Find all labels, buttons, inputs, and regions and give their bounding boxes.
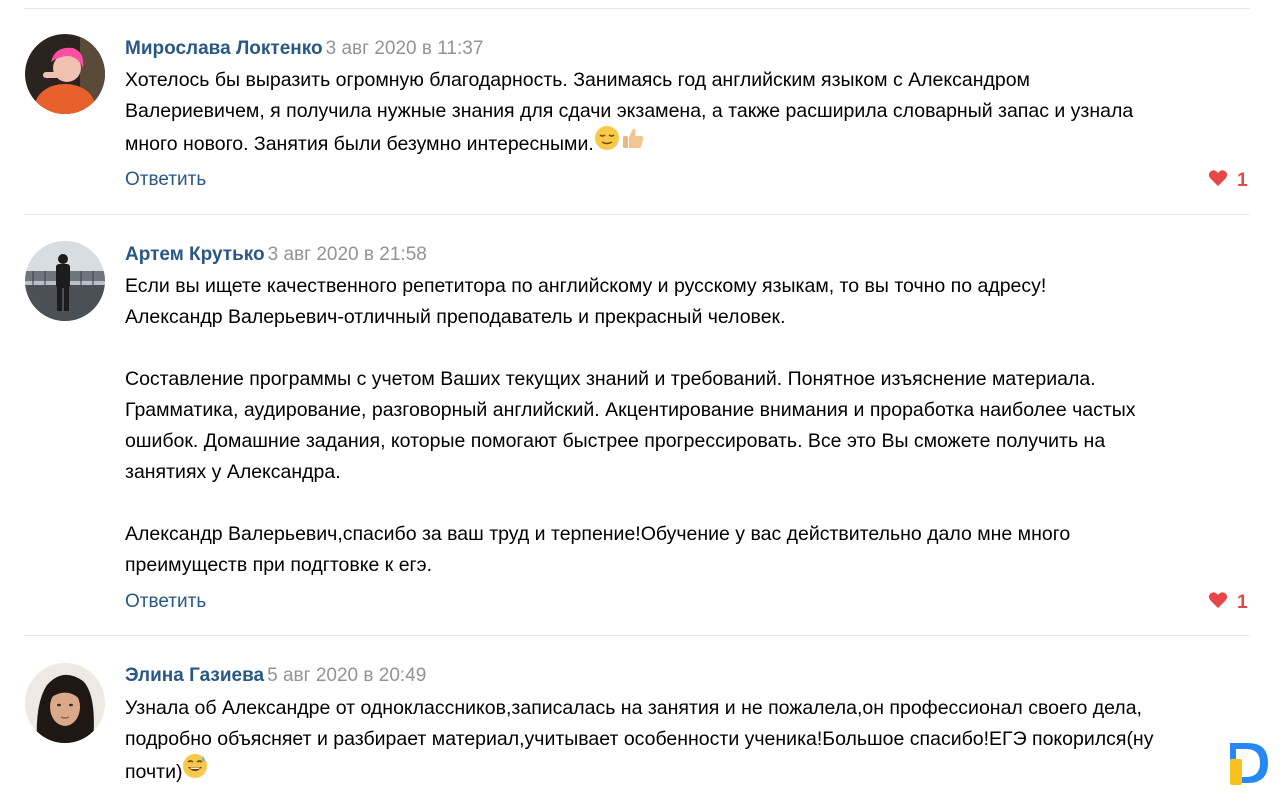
comment-line: подробно объясняет и разбирает материал,… <box>125 728 1154 750</box>
author-name[interactable]: Мирослава Локтенко <box>125 38 323 59</box>
like-count: 1 <box>1237 169 1248 191</box>
comment-header: Мирослава Локтенко 3 авг 2020 в 11:37 <box>125 38 483 60</box>
comment-text: Хотелось бы выразить огромную благодарно… <box>125 65 1240 163</box>
comment-line: Александр Валерьевич-отличный преподават… <box>125 306 786 328</box>
comment-date[interactable]: 5 авг 2020 в 20:49 <box>267 665 426 686</box>
comment-text: Узнала об Александре от одноклассников,з… <box>125 693 1240 791</box>
avatar[interactable] <box>25 34 105 114</box>
heart-icon <box>1208 591 1228 614</box>
comment-line: Если вы ищете качественного репетитора п… <box>125 275 1047 297</box>
comment-divider <box>24 635 1250 636</box>
thumbs-up-emoji <box>620 125 646 161</box>
like-button[interactable]: 1 <box>1208 591 1248 614</box>
comment-date[interactable]: 3 авг 2020 в 11:37 <box>326 38 484 59</box>
avatar[interactable] <box>25 663 105 743</box>
comment-line: Александр Валерьевич,спасибо за ваш труд… <box>125 523 1071 545</box>
like-count: 1 <box>1237 591 1248 613</box>
relieved-face-emoji <box>594 125 620 161</box>
site-logo-icon <box>1222 737 1274 789</box>
grinning-sweat-emoji <box>182 753 208 789</box>
comment-line: преимуществ при подгтовке к егэ. <box>125 554 433 576</box>
comment-line: Хотелось бы выразить огромную благодарно… <box>125 69 1030 91</box>
comment-line-text: много нового. Занятия были безумно интер… <box>125 133 594 156</box>
comment-line: почти) <box>125 753 1240 791</box>
comment-line: Составление программы с учетом Ваших тек… <box>125 368 1096 390</box>
comment-line: много нового. Занятия были безумно интер… <box>125 125 1240 163</box>
comment-line: Грамматика, аудирование, разговорный анг… <box>125 399 1136 421</box>
comment-divider <box>24 214 1250 215</box>
heart-icon <box>1208 169 1228 192</box>
author-name[interactable]: Артем Крутько <box>125 244 265 265</box>
comment-line: Валериевичем, я получила нужные знания д… <box>125 100 1134 122</box>
author-name[interactable]: Элина Газиева <box>125 665 264 686</box>
reply-button[interactable]: Ответить <box>125 169 206 191</box>
comment-header: Артем Крутько 3 авг 2020 в 21:58 <box>125 244 427 266</box>
comment-line: Узнала об Александре от одноклассников,з… <box>125 697 1142 719</box>
avatar[interactable] <box>25 241 105 321</box>
comment-line: занятиях у Александра. <box>125 461 341 483</box>
top-divider <box>24 8 1250 9</box>
like-button[interactable]: 1 <box>1208 169 1248 192</box>
comment-header: Элина Газиева 5 авг 2020 в 20:49 <box>125 665 426 687</box>
comment-line-text: почти) <box>125 761 183 784</box>
reply-button[interactable]: Ответить <box>125 591 206 613</box>
comment-date[interactable]: 3 авг 2020 в 21:58 <box>268 244 427 265</box>
comment-line: ошибок. Домашние задания, которые помога… <box>125 430 1106 452</box>
comment-text: Если вы ищете качественного репетитора п… <box>125 271 1240 581</box>
